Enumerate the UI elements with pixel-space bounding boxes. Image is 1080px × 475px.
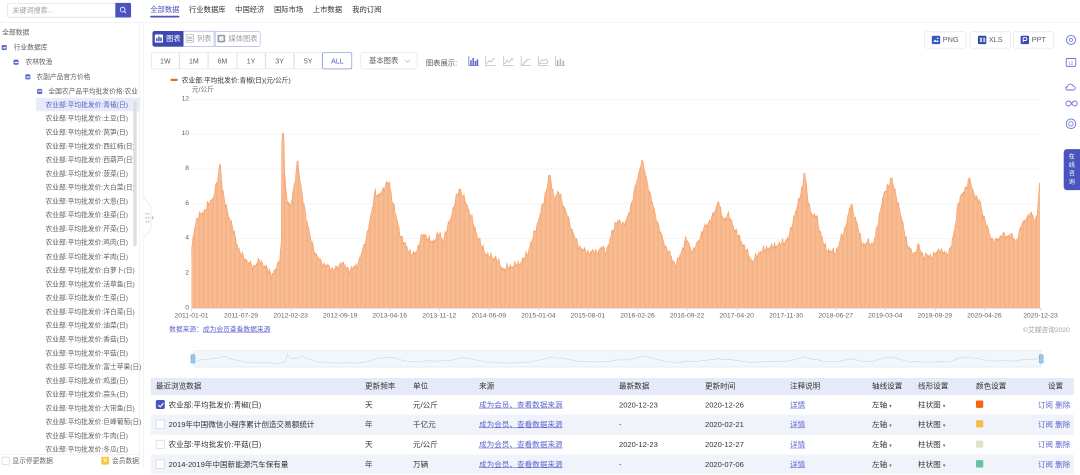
svg-text:12: 12 <box>1068 60 1074 65</box>
